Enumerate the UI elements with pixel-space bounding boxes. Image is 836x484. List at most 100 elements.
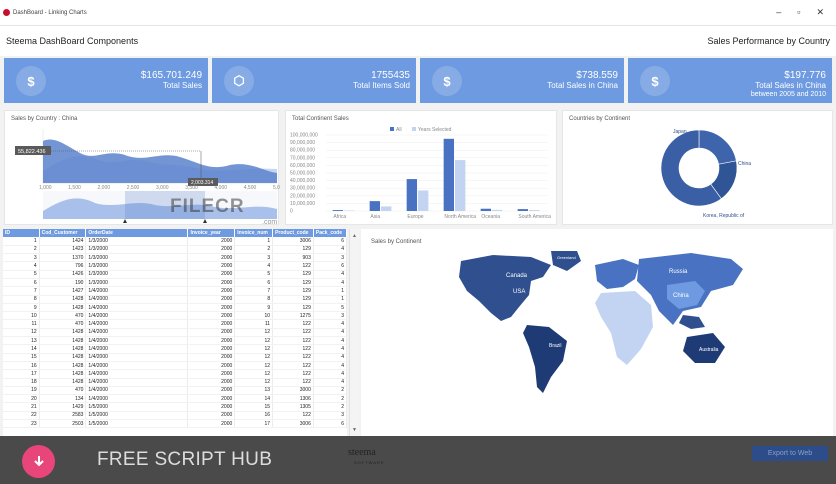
table-cell[interactable]: 1/4/2000 [85, 295, 189, 304]
table-cell[interactable]: 2 [3, 245, 40, 255]
table-cell[interactable]: 2000 [187, 394, 236, 404]
scroll-down-icon[interactable]: ▼ [352, 427, 357, 433]
table-cell[interactable]: 1/4/2000 [85, 378, 189, 387]
donut-slice[interactable] [698, 129, 737, 165]
table-cell[interactable]: 22 [3, 411, 40, 421]
table-cell[interactable]: 2000 [187, 303, 236, 313]
table-row[interactable]: 14 1428 1/4/2000 2000 12 122 4 [3, 344, 347, 354]
table-cell[interactable]: 2000 [187, 319, 236, 329]
table-cell[interactable]: 129 [272, 286, 314, 296]
table-row[interactable]: 7 1427 1/4/2000 2000 7 129 1 [3, 286, 347, 296]
table-cell[interactable]: 1428 [39, 303, 87, 313]
table-cell[interactable]: 470 [39, 311, 87, 321]
table-cell[interactable]: 4 [313, 369, 347, 379]
table-cell[interactable]: 2000 [187, 386, 236, 396]
maximize-button[interactable]: ▫ [797, 7, 800, 18]
table-cell[interactable]: 12 [234, 336, 274, 346]
table-row[interactable]: 11 470 1/4/2000 2000 11 122 4 [3, 319, 347, 329]
table-cell[interactable]: 2000 [187, 402, 236, 412]
table-cell[interactable]: 1423 [39, 245, 87, 255]
table-cell[interactable]: 7 [234, 286, 274, 296]
table-cell[interactable]: 2000 [187, 353, 236, 362]
table-cell[interactable]: 3006 [272, 419, 314, 429]
table-cell[interactable]: 5 [234, 270, 274, 280]
table-cell[interactable]: 2583 [39, 411, 87, 421]
table-cell[interactable]: 1306 [272, 394, 314, 404]
table-cell[interactable]: 1/4/2000 [85, 336, 189, 346]
table-cell[interactable]: 12 [234, 378, 274, 387]
table-cell[interactable]: 1427 [39, 286, 87, 296]
table-cell[interactable]: 9 [234, 303, 274, 313]
table-cell[interactable]: 2000 [187, 361, 236, 371]
table-cell[interactable]: 4 [313, 270, 347, 280]
table-row[interactable]: 10 470 1/4/2000 2000 10 1275 3 [3, 311, 347, 321]
table-cell[interactable]: 12 [234, 328, 274, 338]
table-row[interactable]: 19 470 1/4/2000 2000 13 3000 2 [3, 386, 347, 396]
table-cell[interactable]: 21 [3, 402, 40, 412]
table-cell[interactable]: 3 [313, 311, 347, 321]
table-cell[interactable]: 1428 [39, 369, 87, 379]
table-cell[interactable]: 1 [3, 237, 40, 246]
table-cell[interactable]: 122 [272, 344, 314, 354]
table-cell[interactable]: 14 [234, 394, 274, 404]
table-row[interactable]: 18 1428 1/4/2000 2000 12 122 4 [3, 378, 347, 387]
table-cell[interactable]: 3 [313, 253, 347, 263]
table-cell[interactable]: 10 [3, 311, 40, 321]
table-row[interactable]: 17 1428 1/4/2000 2000 12 122 4 [3, 369, 347, 379]
table-cell[interactable]: 12 [234, 361, 274, 371]
table-cell[interactable]: 12 [3, 328, 40, 338]
table-cell[interactable]: 4 [313, 328, 347, 338]
table-cell[interactable]: 12 [234, 369, 274, 379]
table-row[interactable]: 16 1428 1/4/2000 2000 12 122 4 [3, 361, 347, 371]
table-cell[interactable]: 23 [3, 419, 40, 429]
table-cell[interactable]: 2 [313, 394, 347, 404]
table-cell[interactable]: 122 [272, 361, 314, 371]
table-row[interactable]: 13 1428 1/4/2000 2000 12 122 4 [3, 336, 347, 346]
table-cell[interactable]: 1/4/2000 [85, 303, 189, 313]
table-cell[interactable]: 903 [272, 253, 314, 263]
range-handle-right-icon[interactable] [203, 219, 207, 223]
table-cell[interactable]: 1/3/2000 [85, 237, 189, 246]
table-cell[interactable]: 2000 [187, 295, 236, 304]
table-cell[interactable]: 5 [313, 303, 347, 313]
table-cell[interactable]: 4 [3, 261, 40, 271]
table-cell[interactable]: 1428 [39, 361, 87, 371]
table-cell[interactable]: 2000 [187, 311, 236, 321]
table-cell[interactable]: 1/3/2000 [85, 270, 189, 280]
table-cell[interactable]: 2000 [187, 270, 236, 280]
table-cell[interactable]: 129 [272, 295, 314, 304]
table-cell[interactable]: 1/4/2000 [85, 369, 189, 379]
table-cell[interactable]: 1370 [39, 253, 87, 263]
table-cell[interactable]: 1/4/2000 [85, 344, 189, 354]
table-cell[interactable]: 1/4/2000 [85, 386, 189, 396]
table-cell[interactable]: 129 [272, 303, 314, 313]
table-cell[interactable]: 4 [313, 319, 347, 329]
table-row[interactable]: 15 1428 1/4/2000 2000 12 122 4 [3, 353, 347, 362]
table-cell[interactable]: 129 [272, 270, 314, 280]
table-cell[interactable]: 4 [313, 344, 347, 354]
table-cell[interactable]: 122 [272, 336, 314, 346]
bar[interactable] [369, 201, 381, 211]
table-cell[interactable]: 1/4/2000 [85, 361, 189, 371]
table-cell[interactable]: 1/5/2000 [85, 419, 189, 429]
table-cell[interactable]: 10 [234, 311, 274, 321]
bar[interactable] [529, 210, 540, 211]
table-cell[interactable]: 2 [313, 386, 347, 396]
table-cell[interactable]: 13 [234, 386, 274, 396]
table-row[interactable]: 5 1426 1/3/2000 2000 5 129 4 [3, 270, 347, 280]
table-cell[interactable]: 4 [234, 261, 274, 271]
table-cell[interactable]: 1/5/2000 [85, 411, 189, 421]
table-cell[interactable]: 3000 [272, 386, 314, 396]
table-row[interactable]: 23 2503 1/5/2000 2000 17 3006 6 [3, 419, 347, 429]
table-row[interactable]: 1 1424 1/3/2000 2000 1 3006 6 [3, 237, 347, 246]
table-cell[interactable]: 1275 [272, 311, 314, 321]
table-cell[interactable]: 796 [39, 261, 87, 271]
table-cell[interactable]: 122 [272, 353, 314, 362]
column-header[interactable]: Invoice_num [234, 229, 274, 237]
world-map[interactable]: Canada USA Greenland Russia China Brazil… [361, 229, 833, 437]
donut-chart[interactable]: Japan China Korea, Republic of [563, 111, 834, 226]
table-cell[interactable]: 3 [313, 411, 347, 421]
table-cell[interactable]: 2000 [187, 286, 236, 296]
table-cell[interactable]: 4 [313, 378, 347, 387]
table-cell[interactable]: 129 [272, 245, 314, 255]
